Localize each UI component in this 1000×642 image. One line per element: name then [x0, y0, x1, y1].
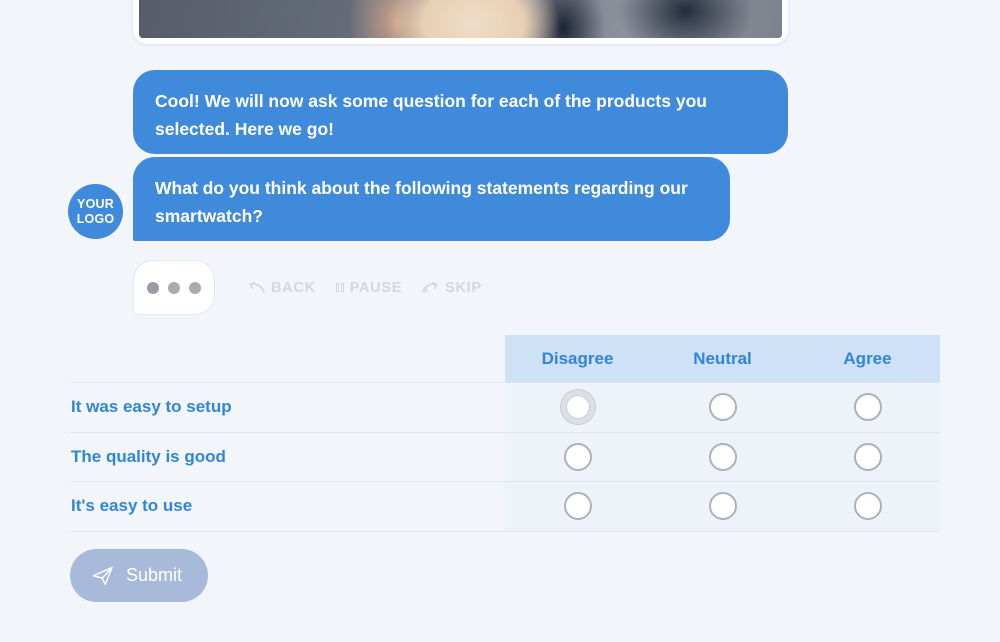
matrix-row-label: The quality is good — [71, 446, 226, 466]
skip-button[interactable]: SKIP — [422, 280, 482, 296]
playback-controls: BACK PAUSE SKIP — [248, 280, 482, 296]
skip-arrow-icon — [422, 281, 439, 294]
chat-message-bubble: What do you think about the following st… — [133, 157, 730, 241]
submit-button[interactable]: Submit — [70, 549, 209, 602]
chat-control-row: BACK PAUSE SKIP — [133, 260, 482, 315]
avatar-line-1: YOUR — [77, 196, 114, 211]
matrix-cell-agree[interactable] — [795, 433, 940, 482]
back-arrow-icon — [248, 281, 265, 294]
radio-button-agree[interactable] — [853, 393, 882, 422]
matrix-cell-agree[interactable] — [795, 482, 940, 531]
skip-label: SKIP — [445, 279, 482, 296]
chat-message-bubble: Cool! We will now ask some question for … — [133, 70, 788, 154]
typing-dot — [189, 281, 201, 294]
product-photo-image — [139, 0, 782, 38]
avatar-line-2: LOGO — [76, 211, 115, 226]
pause-icon — [335, 283, 344, 292]
radio-button-disagree[interactable] — [560, 390, 595, 425]
back-button[interactable]: BACK — [248, 280, 316, 296]
submit-label: Submit — [126, 565, 183, 585]
product-photo-card — [133, 0, 788, 44]
matrix-column-header-agree: Agree — [843, 348, 892, 368]
back-label: BACK — [271, 279, 316, 296]
table-row: The quality is good — [70, 431, 940, 482]
radio-button-agree[interactable] — [853, 492, 882, 521]
matrix-header-columns: Disagree Neutral Agree — [505, 335, 940, 382]
typing-indicator — [133, 260, 215, 315]
radio-button-neutral[interactable] — [708, 393, 737, 422]
pause-button[interactable]: PAUSE — [335, 279, 403, 296]
matrix-cell-disagree[interactable] — [505, 433, 650, 482]
radio-button-agree[interactable] — [853, 442, 882, 471]
table-row: It was easy to setup — [70, 382, 940, 432]
radio-button-disagree[interactable] — [563, 492, 592, 521]
matrix-column-header-disagree: Disagree — [541, 348, 614, 368]
matrix-row-label: It's easy to use — [71, 496, 193, 516]
matrix-column-header-neutral: Neutral — [693, 348, 752, 368]
matrix-cell-disagree[interactable] — [505, 383, 650, 432]
typing-dot — [168, 281, 180, 294]
send-icon — [92, 566, 114, 586]
matrix-cell-agree[interactable] — [795, 383, 940, 432]
matrix-cell-neutral[interactable] — [650, 433, 795, 482]
matrix-cell-neutral[interactable] — [650, 482, 795, 531]
matrix-header-spacer — [70, 335, 505, 382]
radio-button-neutral[interactable] — [708, 492, 737, 521]
typing-dot — [147, 281, 159, 294]
matrix-question-table: Disagree Neutral Agree It was easy to se… — [70, 335, 940, 532]
table-row: It's easy to use — [70, 481, 940, 532]
matrix-cell-disagree[interactable] — [505, 482, 650, 531]
pause-label: PAUSE — [349, 279, 403, 296]
matrix-cell-neutral[interactable] — [650, 383, 795, 432]
avatar: YOUR LOGO — [68, 184, 123, 239]
matrix-row-options — [505, 432, 940, 482]
radio-button-disagree[interactable] — [563, 442, 592, 471]
matrix-row-options — [505, 383, 940, 432]
matrix-row-options — [505, 482, 940, 531]
product-photo — [139, 0, 782, 38]
radio-button-neutral[interactable] — [708, 442, 737, 471]
matrix-row-label: It was easy to setup — [71, 397, 232, 417]
matrix-header-row: Disagree Neutral Agree — [70, 335, 940, 382]
